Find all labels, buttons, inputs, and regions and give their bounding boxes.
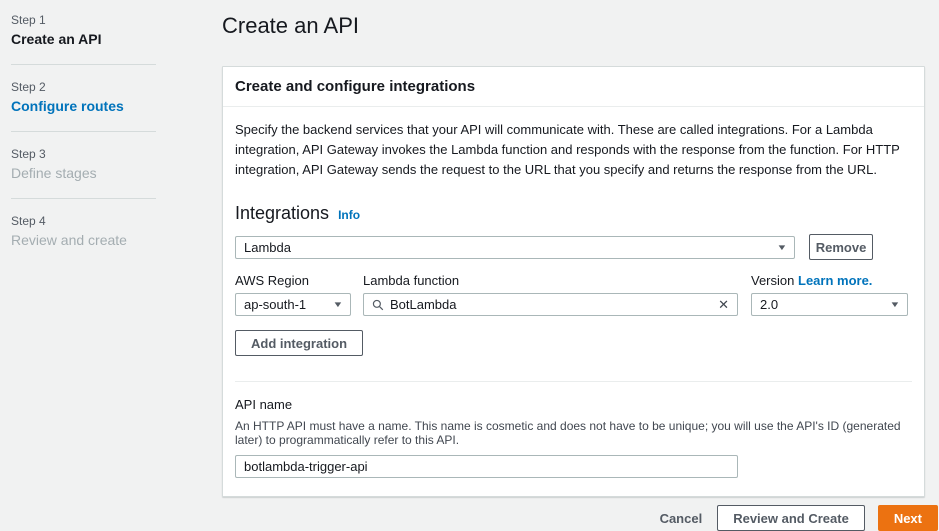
step-item-create-api: Step 1 Create an API [11, 12, 171, 49]
add-integration-button[interactable]: Add integration [235, 330, 363, 356]
card-header: Create and configure integrations [223, 67, 924, 107]
main-content: Create an API Create and configure integ… [222, 0, 925, 531]
integration-type-row: Lambda ▼ Remove [235, 234, 912, 260]
integration-type-select[interactable]: Lambda ▼ [235, 236, 795, 259]
step-divider [11, 64, 156, 65]
aws-region-select[interactable]: ap-south-1 ▼ [235, 293, 351, 316]
step-divider [11, 131, 156, 132]
chevron-down-icon: ▼ [889, 300, 900, 309]
integrations-heading-row: Integrations Info [235, 203, 912, 224]
lambda-function-input[interactable] [390, 297, 712, 312]
step-number: Step 2 [11, 79, 171, 96]
integrations-heading: Integrations [235, 203, 329, 224]
review-and-create-button[interactable]: Review and Create [717, 505, 865, 531]
step-divider [11, 198, 156, 199]
api-name-label: API name [235, 397, 292, 412]
api-name-description: An HTTP API must have a name. This name … [235, 419, 912, 447]
api-name-section: API name An HTTP API must have a name. T… [235, 396, 912, 478]
search-icon [372, 299, 384, 311]
version-select[interactable]: 2.0 ▼ [751, 293, 908, 316]
step-label-review-create: Review and create [11, 230, 171, 250]
chevron-down-icon: ▼ [332, 300, 343, 309]
step-item-review-create: Step 4 Review and create [11, 213, 171, 250]
clear-icon[interactable]: ✕ [712, 297, 729, 313]
step-item-define-stages: Step 3 Define stages [11, 146, 171, 183]
section-divider [235, 381, 912, 382]
lambda-function-label: Lambda function [363, 273, 738, 288]
footer-actions: Cancel Review and Create Next [222, 505, 938, 531]
aws-region-value: ap-south-1 [244, 297, 334, 312]
aws-region-field: AWS Region ap-south-1 ▼ [235, 273, 351, 316]
version-label: Version Learn more. [751, 273, 908, 288]
step-number: Step 1 [11, 12, 171, 29]
next-button[interactable]: Next [878, 505, 938, 531]
remove-button[interactable]: Remove [809, 234, 873, 260]
integrations-card: Create and configure integrations Specif… [222, 66, 925, 497]
api-name-input[interactable] [244, 459, 729, 474]
learn-more-link[interactable]: Learn more. [798, 273, 872, 288]
step-number: Step 3 [11, 146, 171, 163]
step-label-configure-routes[interactable]: Configure routes [11, 96, 171, 116]
integration-type-value: Lambda [244, 240, 778, 255]
version-label-text: Version [751, 273, 794, 288]
info-link[interactable]: Info [338, 208, 360, 222]
cancel-button[interactable]: Cancel [658, 505, 705, 531]
version-value: 2.0 [760, 297, 891, 312]
page-title: Create an API [222, 13, 925, 39]
integrations-description: Specify the backend services that your A… [235, 120, 911, 180]
lambda-function-field: Lambda function ✕ [363, 273, 738, 316]
wizard-step-nav: Step 1 Create an API Step 2 Configure ro… [11, 12, 171, 250]
version-field: Version Learn more. 2.0 ▼ [751, 273, 908, 316]
chevron-down-icon: ▼ [776, 243, 787, 252]
lambda-function-searchbox[interactable]: ✕ [363, 293, 738, 316]
integration-fields-row: AWS Region ap-south-1 ▼ Lambda function [235, 273, 912, 316]
step-label-create-api: Create an API [11, 29, 171, 49]
api-name-inputbox[interactable] [235, 455, 738, 478]
step-item-configure-routes[interactable]: Step 2 Configure routes [11, 79, 171, 116]
card-body: Specify the backend services that your A… [223, 107, 924, 496]
aws-region-label: AWS Region [235, 273, 351, 288]
step-label-define-stages: Define stages [11, 163, 171, 183]
step-number: Step 4 [11, 213, 171, 230]
